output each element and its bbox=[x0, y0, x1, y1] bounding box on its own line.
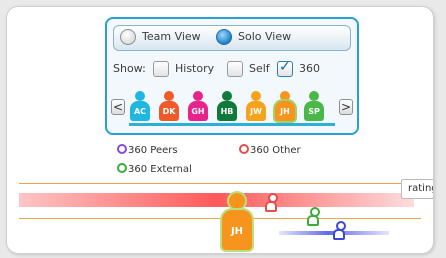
external-marker-icon[interactable] bbox=[307, 207, 320, 227]
person-initials: JH bbox=[275, 101, 295, 121]
person-avatar-sp[interactable]: SP bbox=[303, 91, 325, 123]
other-range-band bbox=[19, 193, 414, 207]
legend-other: 360 Other bbox=[239, 144, 301, 156]
person-avatar-hb[interactable]: HB bbox=[216, 91, 238, 123]
person-avatar-dk[interactable]: DK bbox=[158, 91, 180, 123]
team-view-radio[interactable] bbox=[120, 29, 136, 45]
axis-line-top bbox=[19, 183, 421, 184]
person-head bbox=[164, 91, 174, 101]
chart-card: Team View Solo View Show: History Self ✓… bbox=[6, 6, 434, 254]
peers-label: 360 Peers bbox=[128, 145, 178, 156]
check-icon: ✓ bbox=[279, 59, 291, 75]
next-button[interactable]: > bbox=[339, 99, 353, 115]
person-head bbox=[280, 91, 290, 101]
rating-label: rating bbox=[401, 179, 433, 199]
person-initials: SP bbox=[304, 101, 324, 121]
history-label[interactable]: History bbox=[175, 62, 214, 75]
person-initials: JW bbox=[246, 101, 266, 121]
peers-marker-icon[interactable] bbox=[333, 221, 346, 241]
person-initials: DK bbox=[159, 101, 179, 121]
external-dot-icon bbox=[117, 163, 127, 173]
person-initials: GH bbox=[188, 101, 208, 121]
person-head bbox=[222, 91, 232, 101]
prev-button[interactable]: < bbox=[111, 99, 125, 115]
person-head bbox=[135, 91, 145, 101]
person-head bbox=[193, 91, 203, 101]
self-checkbox[interactable] bbox=[227, 61, 243, 77]
focus-person-initials: JH bbox=[222, 210, 252, 250]
other-marker-icon[interactable] bbox=[265, 193, 278, 213]
other-dot-icon bbox=[239, 144, 249, 154]
person-head bbox=[309, 91, 319, 101]
legend-external: 360 External bbox=[117, 163, 192, 175]
team-view-label[interactable]: Team View bbox=[142, 30, 201, 43]
solo-view-radio[interactable] bbox=[216, 29, 232, 45]
person-avatar-ac[interactable]: AC bbox=[129, 91, 151, 123]
focus-person-head bbox=[229, 193, 245, 209]
show-label: Show: bbox=[113, 62, 146, 75]
person-avatar-gh[interactable]: GH bbox=[187, 91, 209, 123]
show-row: Show: History Self ✓ 360 bbox=[113, 59, 353, 81]
axis-line-bottom bbox=[19, 218, 421, 219]
external-label: 360 External bbox=[128, 164, 192, 175]
people-row: < AC DK GH HB JW JH SP > bbox=[111, 89, 355, 127]
focus-person-avatar[interactable]: JH bbox=[221, 193, 253, 253]
self-label[interactable]: Self bbox=[249, 62, 270, 75]
person-head bbox=[251, 91, 261, 101]
360-label[interactable]: 360 bbox=[299, 62, 320, 75]
legend-peers: 360 Peers bbox=[117, 144, 178, 156]
history-checkbox[interactable] bbox=[153, 61, 169, 77]
solo-view-label[interactable]: Solo View bbox=[238, 30, 291, 43]
control-panel: Team View Solo View Show: History Self ✓… bbox=[105, 17, 359, 135]
person-initials: HB bbox=[217, 101, 237, 121]
person-avatar-jh[interactable]: JH bbox=[274, 91, 296, 123]
person-initials: AC bbox=[130, 101, 150, 121]
view-toggle: Team View Solo View bbox=[113, 25, 351, 51]
people-underline bbox=[129, 123, 335, 126]
360-checkbox[interactable]: ✓ bbox=[277, 59, 293, 77]
other-label: 360 Other bbox=[250, 145, 301, 156]
person-avatar-jw[interactable]: JW bbox=[245, 91, 267, 123]
peers-dot-icon bbox=[117, 144, 127, 154]
